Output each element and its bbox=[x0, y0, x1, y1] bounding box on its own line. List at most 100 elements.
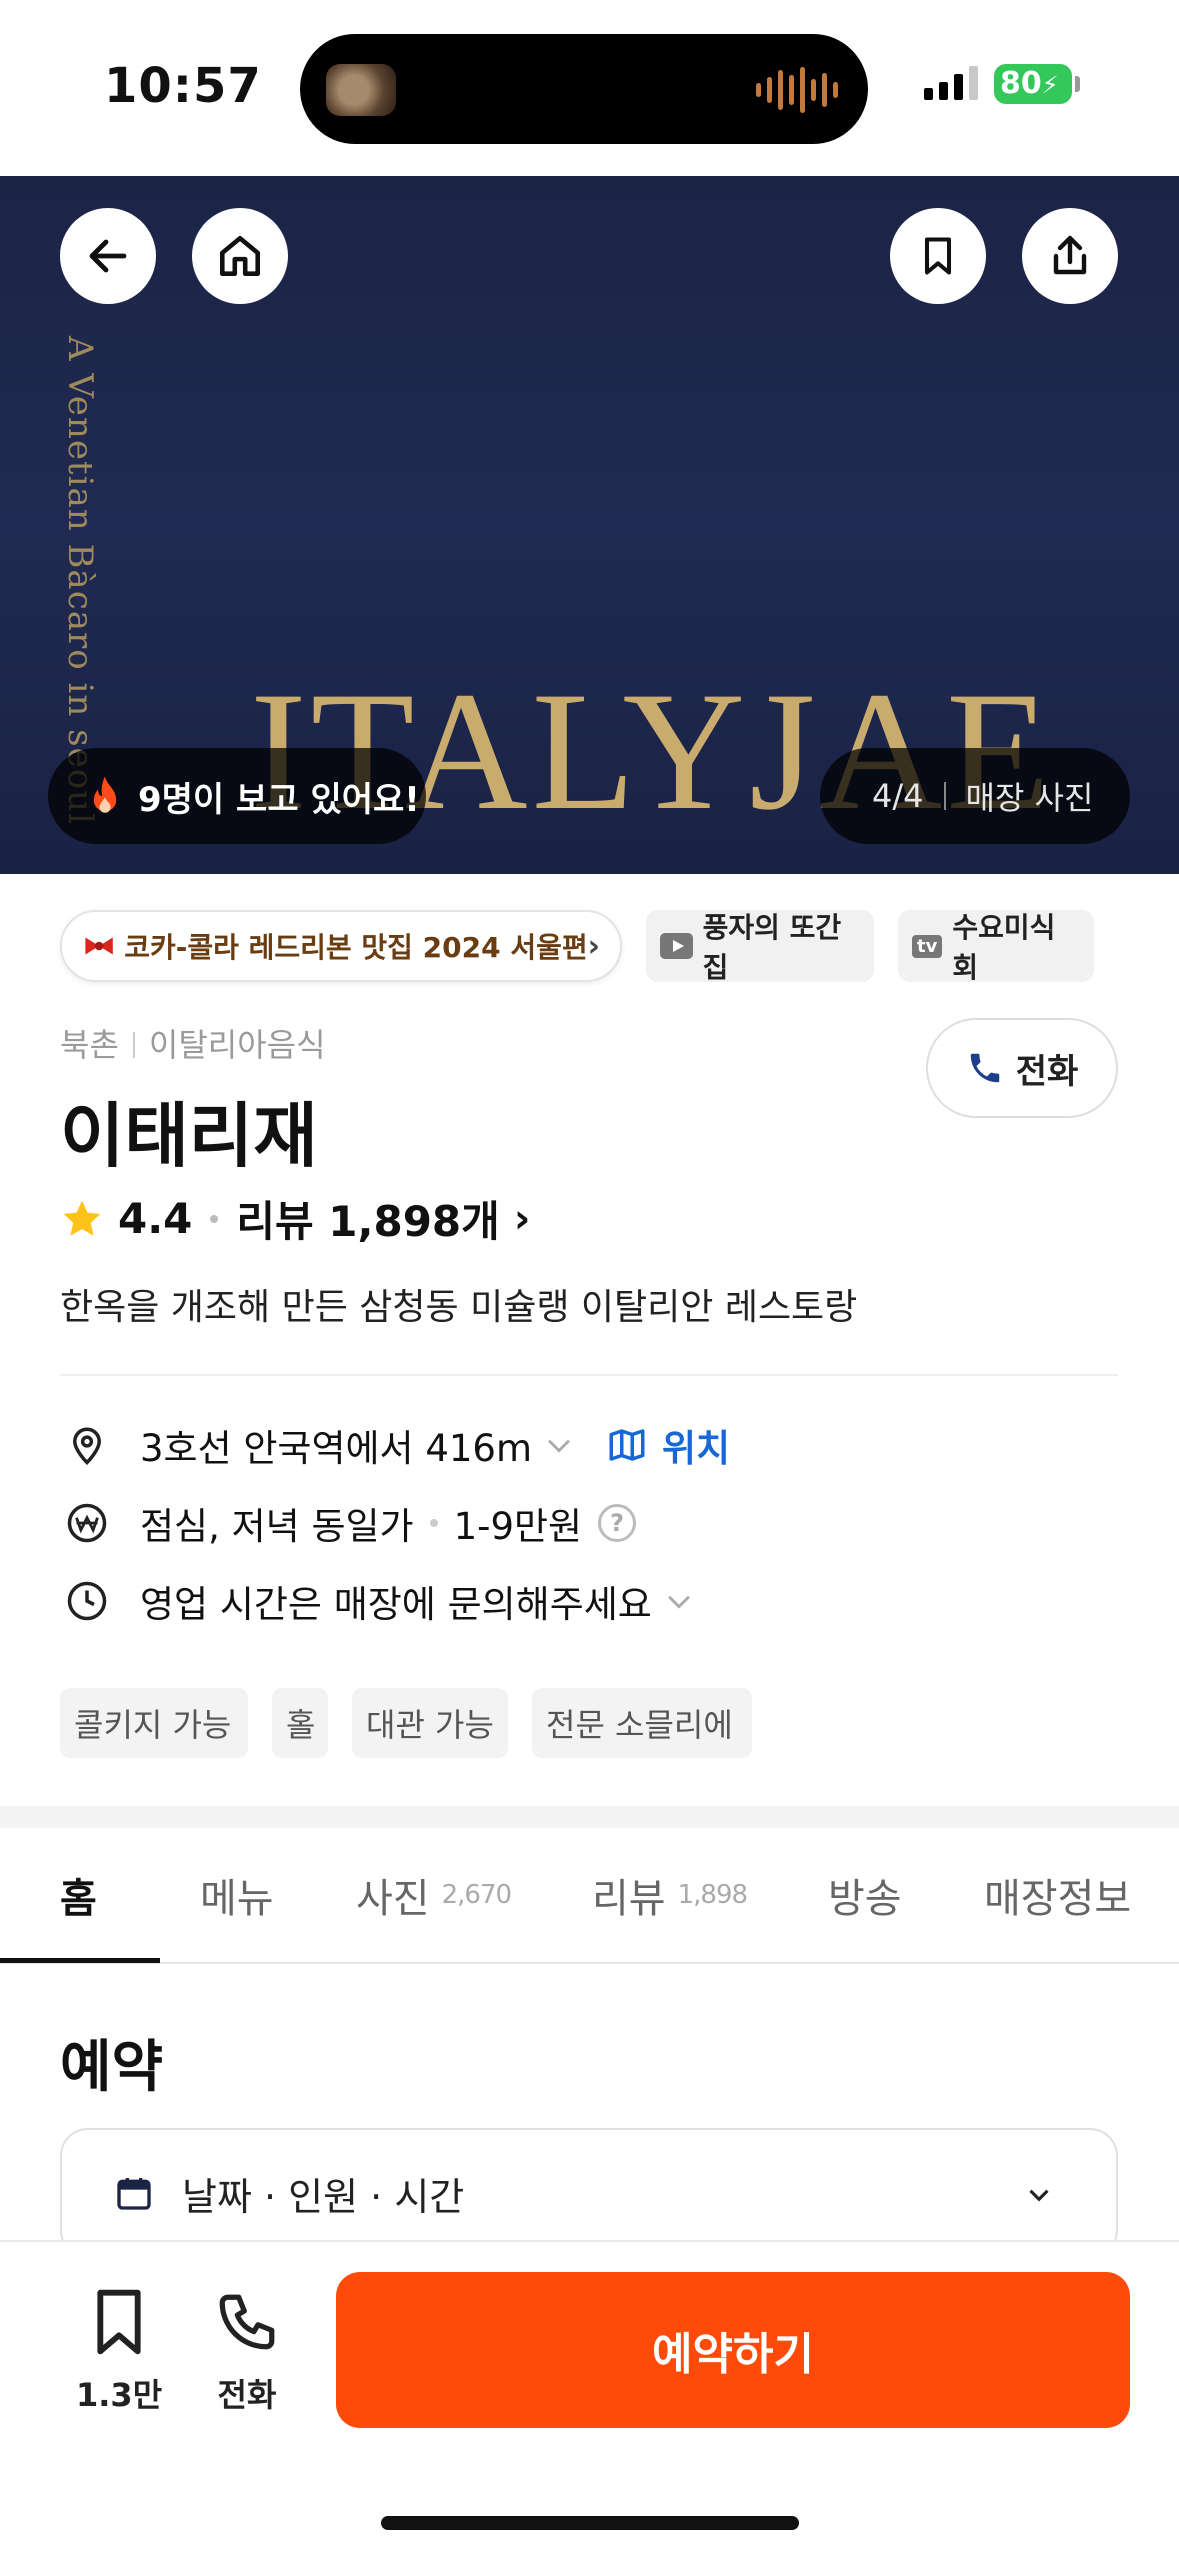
tab-count: 2,670 bbox=[441, 1880, 512, 1910]
dynamic-island[interactable] bbox=[300, 34, 868, 144]
share-button[interactable] bbox=[1022, 208, 1118, 304]
back-button[interactable] bbox=[60, 208, 156, 304]
now-playing-artwork bbox=[326, 64, 396, 116]
category-breadcrumb: 북촌 이탈리아음식 bbox=[60, 1020, 326, 1066]
bookmark-icon bbox=[97, 2289, 141, 2355]
section-divider bbox=[0, 1806, 1179, 1828]
category-label: 이탈리아음식 bbox=[148, 1026, 326, 1064]
distance-text: 3호선 안국역에서 416m bbox=[140, 1427, 533, 1470]
chevron-down-icon bbox=[1029, 2189, 1049, 2202]
tag-corkage: 콜키지 가능 bbox=[60, 1688, 248, 1758]
battery-indicator: 80⚡ bbox=[994, 64, 1080, 104]
viewers-badge: 9명이 보고 있어요! bbox=[48, 748, 426, 844]
back-arrow-icon bbox=[89, 239, 127, 273]
help-icon[interactable]: ? bbox=[598, 1504, 637, 1542]
tv-text: 수요미식회 bbox=[952, 911, 1056, 984]
photo-counter-badge[interactable]: 4/4 매장 사진 bbox=[820, 748, 1130, 844]
audio-waveform-icon bbox=[756, 66, 838, 114]
chevron-down-icon bbox=[548, 1439, 570, 1453]
review-count[interactable]: 리뷰 1,898개 bbox=[236, 1188, 499, 1249]
location-link-text: 위치 bbox=[662, 1427, 731, 1470]
tag-rental: 대관 가능 bbox=[352, 1688, 508, 1758]
star-icon bbox=[63, 1200, 101, 1236]
home-button[interactable] bbox=[192, 208, 288, 304]
call-label: 전화 bbox=[1015, 1051, 1079, 1092]
reservation-title: 예약 bbox=[60, 2035, 164, 2100]
location-link[interactable]: 위치 bbox=[606, 1418, 730, 1472]
status-bar: 10:57 80⚡ bbox=[0, 0, 1179, 176]
phone-icon bbox=[970, 1053, 999, 1083]
tab-store-info[interactable]: 매장정보 bbox=[984, 1828, 1131, 1962]
tab-label: 매장정보 bbox=[984, 1876, 1132, 1922]
photo-counter: 4/4 bbox=[872, 777, 924, 815]
divider bbox=[943, 782, 946, 810]
call-button-bottom[interactable]: 전화 bbox=[214, 2286, 280, 2416]
tab-label: 리뷰 bbox=[592, 1876, 666, 1922]
reservation-placeholder: 날짜 · 인원 · 시간 bbox=[182, 2174, 465, 2219]
charging-bolt-icon: ⚡ bbox=[1041, 71, 1059, 99]
hours-text: 영업 시간은 매장에 문의해주세요 bbox=[140, 1583, 652, 1626]
price-row[interactable]: 점심, 저녁 동일가 1-9만원 ? bbox=[66, 1496, 637, 1550]
battery-level: 80 bbox=[1000, 66, 1042, 101]
home-icon bbox=[220, 236, 260, 276]
reservation-selector[interactable]: 날짜 · 인원 · 시간 bbox=[60, 2128, 1118, 2258]
hero-photo[interactable]: A Venetian Bàcaro in seoul ITALYJAE 9명이 … bbox=[0, 176, 1179, 874]
share-icon bbox=[1053, 235, 1087, 275]
tab-menu[interactable]: 메뉴 bbox=[200, 1828, 274, 1962]
rating-value: 4.4 bbox=[118, 1194, 193, 1243]
tab-reviews[interactable]: 리뷰 1,898 bbox=[592, 1828, 748, 1962]
tab-home[interactable]: 홈 bbox=[60, 1828, 97, 1962]
youtube-play-icon bbox=[660, 933, 693, 959]
map-pin-icon bbox=[72, 1427, 102, 1465]
chevron-down-icon bbox=[667, 1595, 690, 1609]
restaurant-name: 이태리재 bbox=[60, 1095, 318, 1177]
bottom-action-bar: 1.3만 전화 예약하기 bbox=[0, 2240, 1179, 2556]
cellular-signal-icon bbox=[924, 66, 978, 100]
tab-label: 사진 bbox=[356, 1876, 430, 1922]
map-icon bbox=[609, 1429, 645, 1461]
clock-icon bbox=[67, 1581, 107, 1621]
bookmark-button[interactable] bbox=[890, 208, 986, 304]
home-indicator[interactable] bbox=[381, 2516, 799, 2530]
chevron-right-icon: › bbox=[587, 928, 600, 964]
tab-label: 메뉴 bbox=[200, 1876, 274, 1922]
active-tab-indicator bbox=[0, 1958, 160, 1963]
divider bbox=[60, 1374, 1118, 1376]
dot-separator bbox=[429, 1519, 438, 1527]
price-type: 점심, 저녁 동일가 bbox=[140, 1505, 414, 1548]
price-range: 1-9만원 bbox=[453, 1505, 583, 1548]
area-label: 북촌 bbox=[60, 1026, 119, 1064]
photo-label: 매장 사진 bbox=[965, 779, 1094, 817]
ribbon-icon bbox=[85, 937, 113, 955]
tab-label: 방송 bbox=[828, 1876, 902, 1922]
status-time: 10:57 bbox=[104, 58, 262, 114]
save-count: 1.3만 bbox=[76, 2376, 163, 2414]
tv-icon: tv bbox=[912, 934, 943, 958]
tab-broadcast[interactable]: 방송 bbox=[828, 1828, 902, 1962]
save-button[interactable]: 1.3만 bbox=[76, 2286, 162, 2416]
calendar-icon bbox=[117, 2178, 151, 2210]
call-label: 전화 bbox=[217, 2376, 277, 2414]
tab-count: 1,898 bbox=[677, 1880, 748, 1910]
award-text: 코카-콜라 레드리본 맛집 2024 서울편 bbox=[124, 931, 588, 964]
won-coin-icon bbox=[67, 1503, 107, 1543]
award-badge[interactable]: 코카-콜라 레드리본 맛집 2024 서울편 › bbox=[60, 910, 622, 982]
tab-photos[interactable]: 사진 2,670 bbox=[356, 1828, 512, 1962]
viewers-text: 9명이 보고 있어요! bbox=[138, 779, 420, 820]
restaurant-description: 한옥을 개조해 만든 삼청동 미슐랭 이탈리안 레스토랑 bbox=[60, 1287, 858, 1328]
phone-icon bbox=[219, 2294, 275, 2350]
rating-row[interactable]: 4.4 리뷰 1,898개 › bbox=[60, 1188, 530, 1249]
bookmark-icon bbox=[924, 237, 952, 275]
hours-row[interactable]: 영업 시간은 매장에 문의해주세요 bbox=[66, 1574, 696, 1628]
tab-label: 홈 bbox=[60, 1876, 97, 1922]
call-button[interactable]: 전화 bbox=[926, 1018, 1118, 1118]
fire-icon bbox=[93, 776, 117, 813]
location-row[interactable]: 3호선 안국역에서 416m 위치 bbox=[66, 1418, 730, 1472]
tab-bar: 홈 메뉴 사진 2,670 리뷰 1,898 방송 매장정보 bbox=[0, 1828, 1179, 1964]
dot-separator bbox=[210, 1214, 219, 1223]
tv-badge[interactable]: tv 수요미식회 bbox=[898, 910, 1094, 984]
reserve-button[interactable]: 예약하기 bbox=[336, 2272, 1130, 2428]
youtube-text: 풍자의 또간집 bbox=[702, 911, 842, 984]
tag-hall: 홀 bbox=[272, 1688, 328, 1758]
youtube-badge[interactable]: 풍자의 또간집 bbox=[646, 910, 874, 984]
